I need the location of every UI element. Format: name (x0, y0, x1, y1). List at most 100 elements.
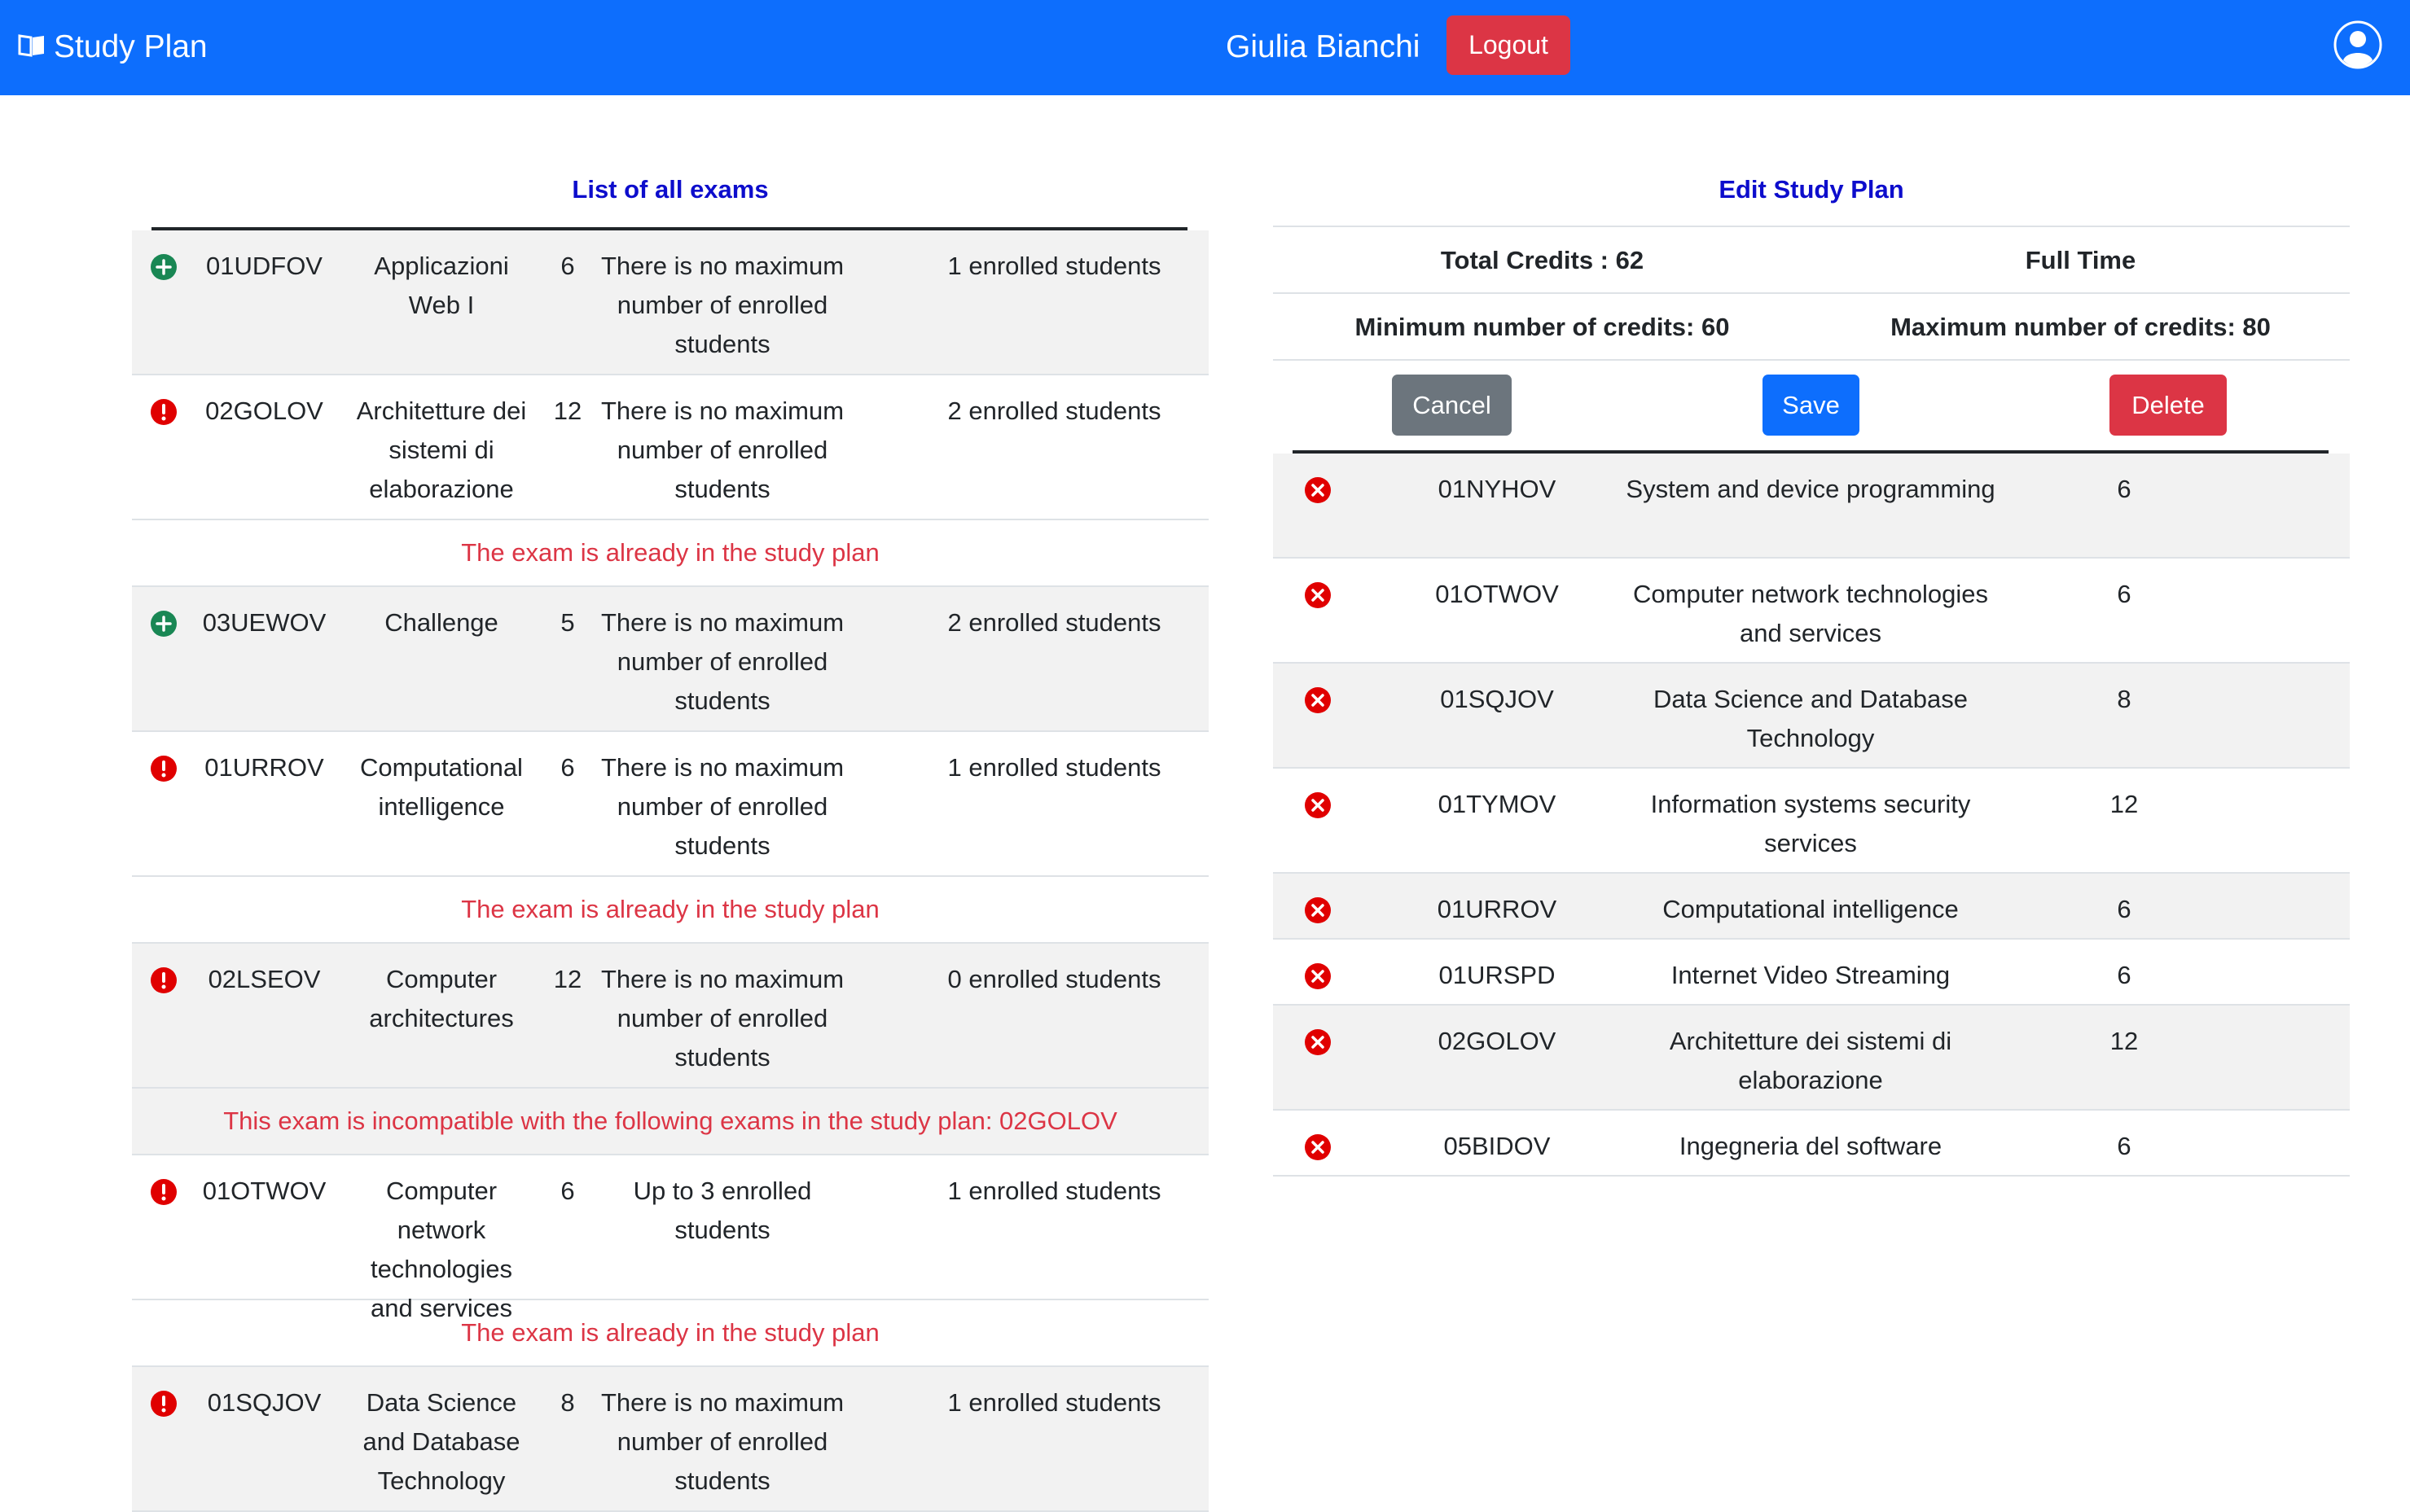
exam-warning-row: The exam is already in the study plan (132, 877, 1209, 944)
exam-warning-message: This exam is incompatible with the follo… (223, 1107, 1117, 1135)
exam-max-students: There is no maximum number of enrolled s… (600, 252, 845, 358)
min-credits: Minimum number of credits: 60 (1354, 313, 1730, 341)
plan-exam-credits: 12 (2109, 1027, 2139, 1055)
plan-exam-code: 05BIDOV (1443, 1132, 1551, 1160)
exam-list-table: 01UDFOV Applicazioni Web I 6 There is no ma… (132, 230, 1209, 1512)
study-plan-row: 01SQJOV Data Science and Database Technol… (1273, 664, 2350, 769)
plan-exam-code: 01URSPD (1438, 961, 1556, 989)
exclamation-circle-icon (150, 755, 178, 782)
plan-mode: Full Time (2025, 246, 2136, 274)
plus-circle-icon[interactable] (150, 253, 178, 281)
x-circle-icon[interactable] (1304, 1028, 1332, 1056)
exclamation-circle-icon (150, 966, 178, 994)
exclamation-circle-icon (150, 1390, 178, 1418)
exam-enrolled-count: 2 enrolled students (947, 397, 1161, 425)
plan-exam-code: 01URROV (1437, 895, 1557, 923)
exam-warning-row: This exam is incompatible with the follo… (132, 1089, 1209, 1155)
credits-summary-row: Total Credits : 62 Full Time (1273, 226, 2350, 294)
plan-exam-credits: 6 (2117, 580, 2131, 608)
plan-exam-code: 02GOLOV (1438, 1027, 1556, 1055)
x-circle-icon[interactable] (1304, 476, 1332, 504)
plan-exam-name: Internet Video Streaming (1670, 961, 1951, 989)
plan-exam-code: 01OTWOV (1435, 580, 1559, 608)
x-circle-icon[interactable] (1304, 1133, 1332, 1161)
plan-exam-credits: 6 (2117, 961, 2131, 989)
exam-code: 01OTWOV (202, 1177, 327, 1205)
x-circle-icon[interactable] (1304, 962, 1332, 990)
plan-exam-credits: 8 (2117, 685, 2131, 713)
exam-name: Data Science and Database Technology (362, 1388, 520, 1495)
plan-exam-code: 01SQJOV (1440, 685, 1554, 713)
exam-row: 01URROV Computational intelligence 6 There … (132, 732, 1209, 877)
navbar: Study Plan Giulia Bianchi Logout (0, 0, 2410, 95)
study-plan-row: 01TYMOV Information systems security serv… (1273, 769, 2350, 874)
exam-max-students: There is no maximum number of enrolled s… (600, 608, 845, 715)
exam-credits: 6 (560, 1177, 575, 1205)
plan-exam-name: Computer network technologies and servic… (1633, 580, 1988, 647)
exam-max-students: There is no maximum number of enrolled s… (600, 753, 845, 860)
exam-credits: 12 (553, 965, 582, 993)
exam-enrolled-count: 1 enrolled students (947, 1177, 1161, 1205)
x-circle-icon[interactable] (1304, 581, 1332, 609)
credits-limits-row: Minimum number of credits: 60 Maximum nu… (1273, 292, 2350, 361)
exam-max-students: There is no maximum number of enrolled s… (600, 397, 845, 503)
exam-max-students: There is no maximum number of enrolled s… (600, 965, 845, 1072)
x-circle-icon[interactable] (1304, 791, 1332, 819)
cancel-button[interactable]: Cancel (1392, 375, 1512, 436)
plan-exam-name: Ingegneria del software (1679, 1132, 1942, 1160)
exam-code: 02LSEOV (208, 965, 321, 993)
study-plan-row: 01URSPD Internet Video Streaming 6 (1273, 940, 2350, 1006)
study-plan-row: 01URROV Computational intelligence 6 (1273, 874, 2350, 940)
exclamation-circle-icon (150, 1178, 178, 1206)
book-icon (18, 29, 54, 65)
plan-exam-credits: 6 (2117, 475, 2131, 503)
user-circle-icon[interactable] (2333, 20, 2383, 70)
exam-enrolled-count: 2 enrolled students (947, 608, 1161, 637)
exam-max-students: Up to 3 enrolled students (633, 1177, 812, 1244)
exam-credits: 5 (560, 608, 575, 637)
plan-exam-credits: 12 (2109, 790, 2139, 818)
exclamation-circle-icon (150, 398, 178, 426)
exam-credits: 6 (560, 753, 575, 782)
study-plan-row: 01OTWOV Computer network technologies and… (1273, 559, 2350, 664)
total-credits: Total Credits : 62 (1440, 246, 1644, 274)
exam-code: 03UEWOV (202, 608, 327, 637)
exam-warning-row: The exam is already in the study plan (132, 1300, 1209, 1367)
save-button[interactable]: Save (1763, 375, 1859, 436)
brand-label: Study Plan (54, 29, 208, 64)
exam-list-title: List of all exams (572, 175, 769, 204)
exam-code: 01UDFOV (206, 252, 323, 280)
x-circle-icon[interactable] (1304, 896, 1332, 924)
brand[interactable]: Study Plan (18, 24, 208, 70)
plan-exam-credits: 6 (2117, 895, 2131, 923)
exam-warning-message: The exam is already in the study plan (461, 895, 880, 923)
exam-name: Computer architectures (369, 965, 514, 1032)
exam-row: 01UDFOV Applicazioni Web I 6 There is no ma… (132, 230, 1209, 375)
exam-credits: 8 (560, 1388, 575, 1417)
plan-exam-name: Computational intelligence (1662, 895, 1959, 923)
plan-exam-name: Data Science and Database Technology (1653, 685, 1969, 752)
exam-enrolled-count: 1 enrolled students (947, 1388, 1161, 1417)
exam-name: Architetture dei sistemi di elaborazione (356, 397, 527, 503)
exam-credits: 6 (560, 252, 575, 280)
exam-max-students: There is no maximum number of enrolled s… (600, 1388, 845, 1495)
exam-name: Challenge (384, 608, 498, 637)
x-circle-icon[interactable] (1304, 686, 1332, 714)
delete-button[interactable]: Delete (2109, 375, 2227, 436)
plan-exam-name: System and device programming (1626, 475, 1995, 503)
plan-exam-name: Architetture dei sistemi di elaborazione (1669, 1027, 1952, 1094)
exam-code: 01SQJOV (207, 1388, 322, 1417)
exam-warning-message: The exam is already in the study plan (461, 1318, 880, 1347)
exam-code: 01URROV (204, 753, 324, 782)
plan-exam-code: 01NYHOV (1438, 475, 1556, 503)
exam-row: 01OTWOV Computer network technologies and… (132, 1155, 1209, 1322)
plan-exam-code: 01TYMOV (1438, 790, 1556, 818)
study-plan-row: 01NYHOV System and device programming 6 (1273, 454, 2350, 559)
plan-exam-name: Information systems security services (1650, 790, 1971, 857)
exam-enrolled-count: 0 enrolled students (947, 965, 1161, 993)
study-plan-title: Edit Study Plan (1719, 175, 1904, 204)
exam-warning-message: The exam is already in the study plan (461, 538, 880, 567)
plus-circle-icon[interactable] (150, 610, 178, 638)
exam-name: Computational intelligence (360, 753, 523, 821)
logout-button[interactable]: Logout (1446, 15, 1570, 75)
